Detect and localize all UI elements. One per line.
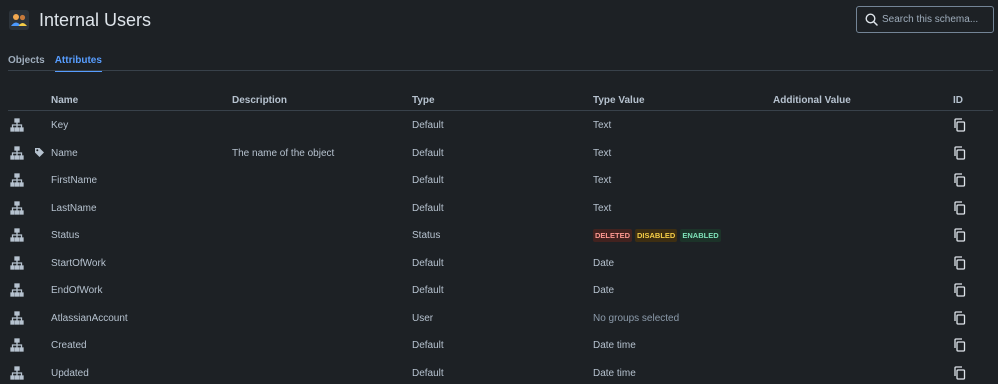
table-row[interactable]: Name The name of the object Default Text xyxy=(8,140,993,167)
attribute-type-value: Date time xyxy=(593,340,636,351)
hierarchy-icon xyxy=(10,228,24,245)
attribute-name[interactable]: FirstName xyxy=(51,175,97,186)
column-header-id[interactable]: ID xyxy=(953,95,963,106)
column-header-type[interactable]: Type xyxy=(412,95,435,106)
hierarchy-icon xyxy=(10,310,24,328)
column-header-additional-value[interactable]: Additional Value xyxy=(773,95,851,106)
table-row[interactable]: Key Default Text xyxy=(8,112,993,139)
attribute-type: Default xyxy=(412,202,444,214)
column-header-description[interactable]: Description xyxy=(232,95,287,106)
status-badges: DELETED DISABLED ENABLED xyxy=(593,229,721,242)
tab-objects[interactable]: Objects xyxy=(8,55,45,69)
table-row[interactable]: LastName Default Text xyxy=(8,195,993,222)
attribute-type-value: Text xyxy=(593,202,612,214)
attribute-type: Default xyxy=(412,147,444,159)
attribute-type: Default xyxy=(412,257,444,269)
table-row[interactable]: EndOfWork Default Date xyxy=(8,277,993,304)
label-tag-icon xyxy=(34,147,45,161)
table-row[interactable]: AtlassianAccount User No groups selected xyxy=(8,305,993,332)
attribute-type: Status xyxy=(412,230,441,241)
table-row[interactable]: FirstName Default Text xyxy=(8,167,993,194)
attribute-name[interactable]: AtlassianAccount xyxy=(51,313,128,324)
attribute-type-value: Date xyxy=(593,257,615,269)
hierarchy-icon xyxy=(10,283,24,300)
hierarchy-icon xyxy=(10,200,24,218)
copy-id-icon[interactable] xyxy=(953,173,966,190)
table-row[interactable]: Updated Default Date time xyxy=(8,360,993,384)
search-field[interactable] xyxy=(856,6,994,33)
attribute-type-value: No groups selected xyxy=(593,312,680,324)
status-badge: DISABLED xyxy=(635,229,678,242)
table-row[interactable]: Status Status DELETED DISABLED ENABLED xyxy=(8,222,993,249)
page-title: Internal Users xyxy=(39,10,152,30)
attribute-name[interactable]: LastName xyxy=(51,203,97,214)
attribute-type-value: Text xyxy=(593,147,612,159)
attribute-type: Default xyxy=(412,175,444,186)
attribute-type: Default xyxy=(412,120,444,131)
copy-id-icon[interactable] xyxy=(953,255,966,273)
copy-id-icon[interactable] xyxy=(953,310,966,328)
attribute-name[interactable]: Key xyxy=(51,120,68,131)
attribute-type-value: Text xyxy=(593,175,612,186)
attribute-type: User xyxy=(412,312,434,324)
tab-bar: Objects Attributes xyxy=(8,55,103,72)
attribute-name[interactable]: Updated xyxy=(51,368,89,379)
copy-id-icon[interactable] xyxy=(953,118,966,135)
attribute-type-value: Date time xyxy=(593,367,636,379)
copy-id-icon[interactable] xyxy=(953,338,966,355)
column-header-type-value[interactable]: Type Value xyxy=(593,95,645,106)
copy-id-icon[interactable] xyxy=(953,365,966,383)
copy-id-icon[interactable] xyxy=(953,200,966,218)
attribute-name[interactable]: StartOfWork xyxy=(51,258,106,269)
hierarchy-icon xyxy=(10,255,24,273)
table-row[interactable]: Created Default Date time xyxy=(8,332,993,359)
hierarchy-icon xyxy=(10,365,24,383)
hierarchy-icon xyxy=(10,173,24,190)
attribute-name[interactable]: Status xyxy=(51,230,79,241)
table-header: Name Description Type Type Value Additio… xyxy=(8,93,993,111)
search-icon xyxy=(865,13,878,26)
search-input[interactable] xyxy=(882,14,992,25)
table-row[interactable]: StartOfWork Default Date xyxy=(8,250,993,277)
column-header-name[interactable]: Name xyxy=(51,95,78,106)
copy-id-icon[interactable] xyxy=(953,283,966,300)
hierarchy-icon xyxy=(10,338,24,355)
attribute-type: Default xyxy=(412,285,444,296)
attribute-name[interactable]: EndOfWork xyxy=(51,285,103,296)
attribute-type-value: Text xyxy=(593,120,612,131)
attribute-type-value: Date xyxy=(593,285,615,296)
tab-attributes[interactable]: Attributes xyxy=(54,55,103,72)
attribute-type: Default xyxy=(412,367,444,379)
tabs-divider xyxy=(8,70,993,71)
attribute-type: Default xyxy=(412,340,444,351)
copy-id-icon[interactable] xyxy=(953,145,966,163)
hierarchy-icon xyxy=(10,145,24,163)
status-badge: ENABLED xyxy=(680,229,721,242)
status-badge: DELETED xyxy=(593,229,633,242)
copy-id-icon[interactable] xyxy=(953,228,966,245)
users-icon xyxy=(9,10,29,30)
hierarchy-icon xyxy=(10,118,24,135)
attribute-name[interactable]: Name xyxy=(51,148,78,159)
attribute-description: The name of the object xyxy=(232,147,335,159)
attribute-name[interactable]: Created xyxy=(51,340,87,351)
